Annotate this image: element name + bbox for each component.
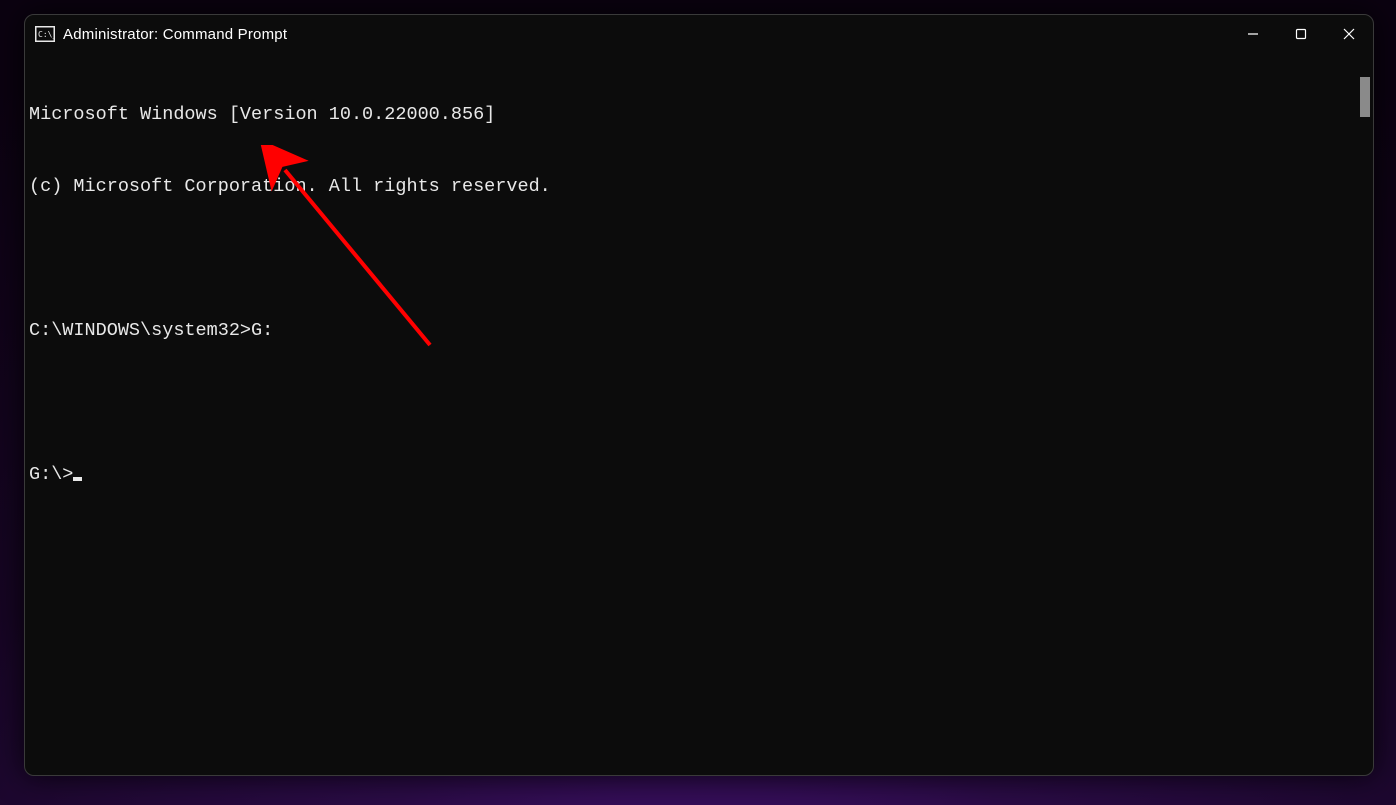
- close-button[interactable]: [1325, 15, 1373, 53]
- terminal-cursor: [73, 477, 82, 481]
- command-prompt-window: C:\_ Administrator: Command Prompt: [24, 14, 1374, 776]
- vertical-scrollbar-thumb[interactable]: [1360, 77, 1370, 117]
- terminal-line: C:\WINDOWS\system32>G:: [25, 319, 1373, 343]
- minimize-button[interactable]: [1229, 15, 1277, 53]
- titlebar[interactable]: C:\_ Administrator: Command Prompt: [25, 15, 1373, 53]
- terminal-line: [25, 391, 1373, 415]
- terminal-prompt-text: G:\>: [29, 464, 73, 485]
- terminal-line: Microsoft Windows [Version 10.0.22000.85…: [25, 103, 1373, 127]
- window-title: Administrator: Command Prompt: [63, 26, 287, 43]
- window-controls: [1229, 15, 1373, 53]
- terminal-output[interactable]: Microsoft Windows [Version 10.0.22000.85…: [25, 53, 1373, 776]
- svg-text:C:\_: C:\_: [38, 30, 55, 39]
- terminal-line: [25, 247, 1373, 271]
- cmd-app-icon: C:\_: [35, 25, 55, 43]
- terminal-line: (c) Microsoft Corporation. All rights re…: [25, 175, 1373, 199]
- maximize-button[interactable]: [1277, 15, 1325, 53]
- terminal-prompt-line: G:\>: [25, 463, 1373, 487]
